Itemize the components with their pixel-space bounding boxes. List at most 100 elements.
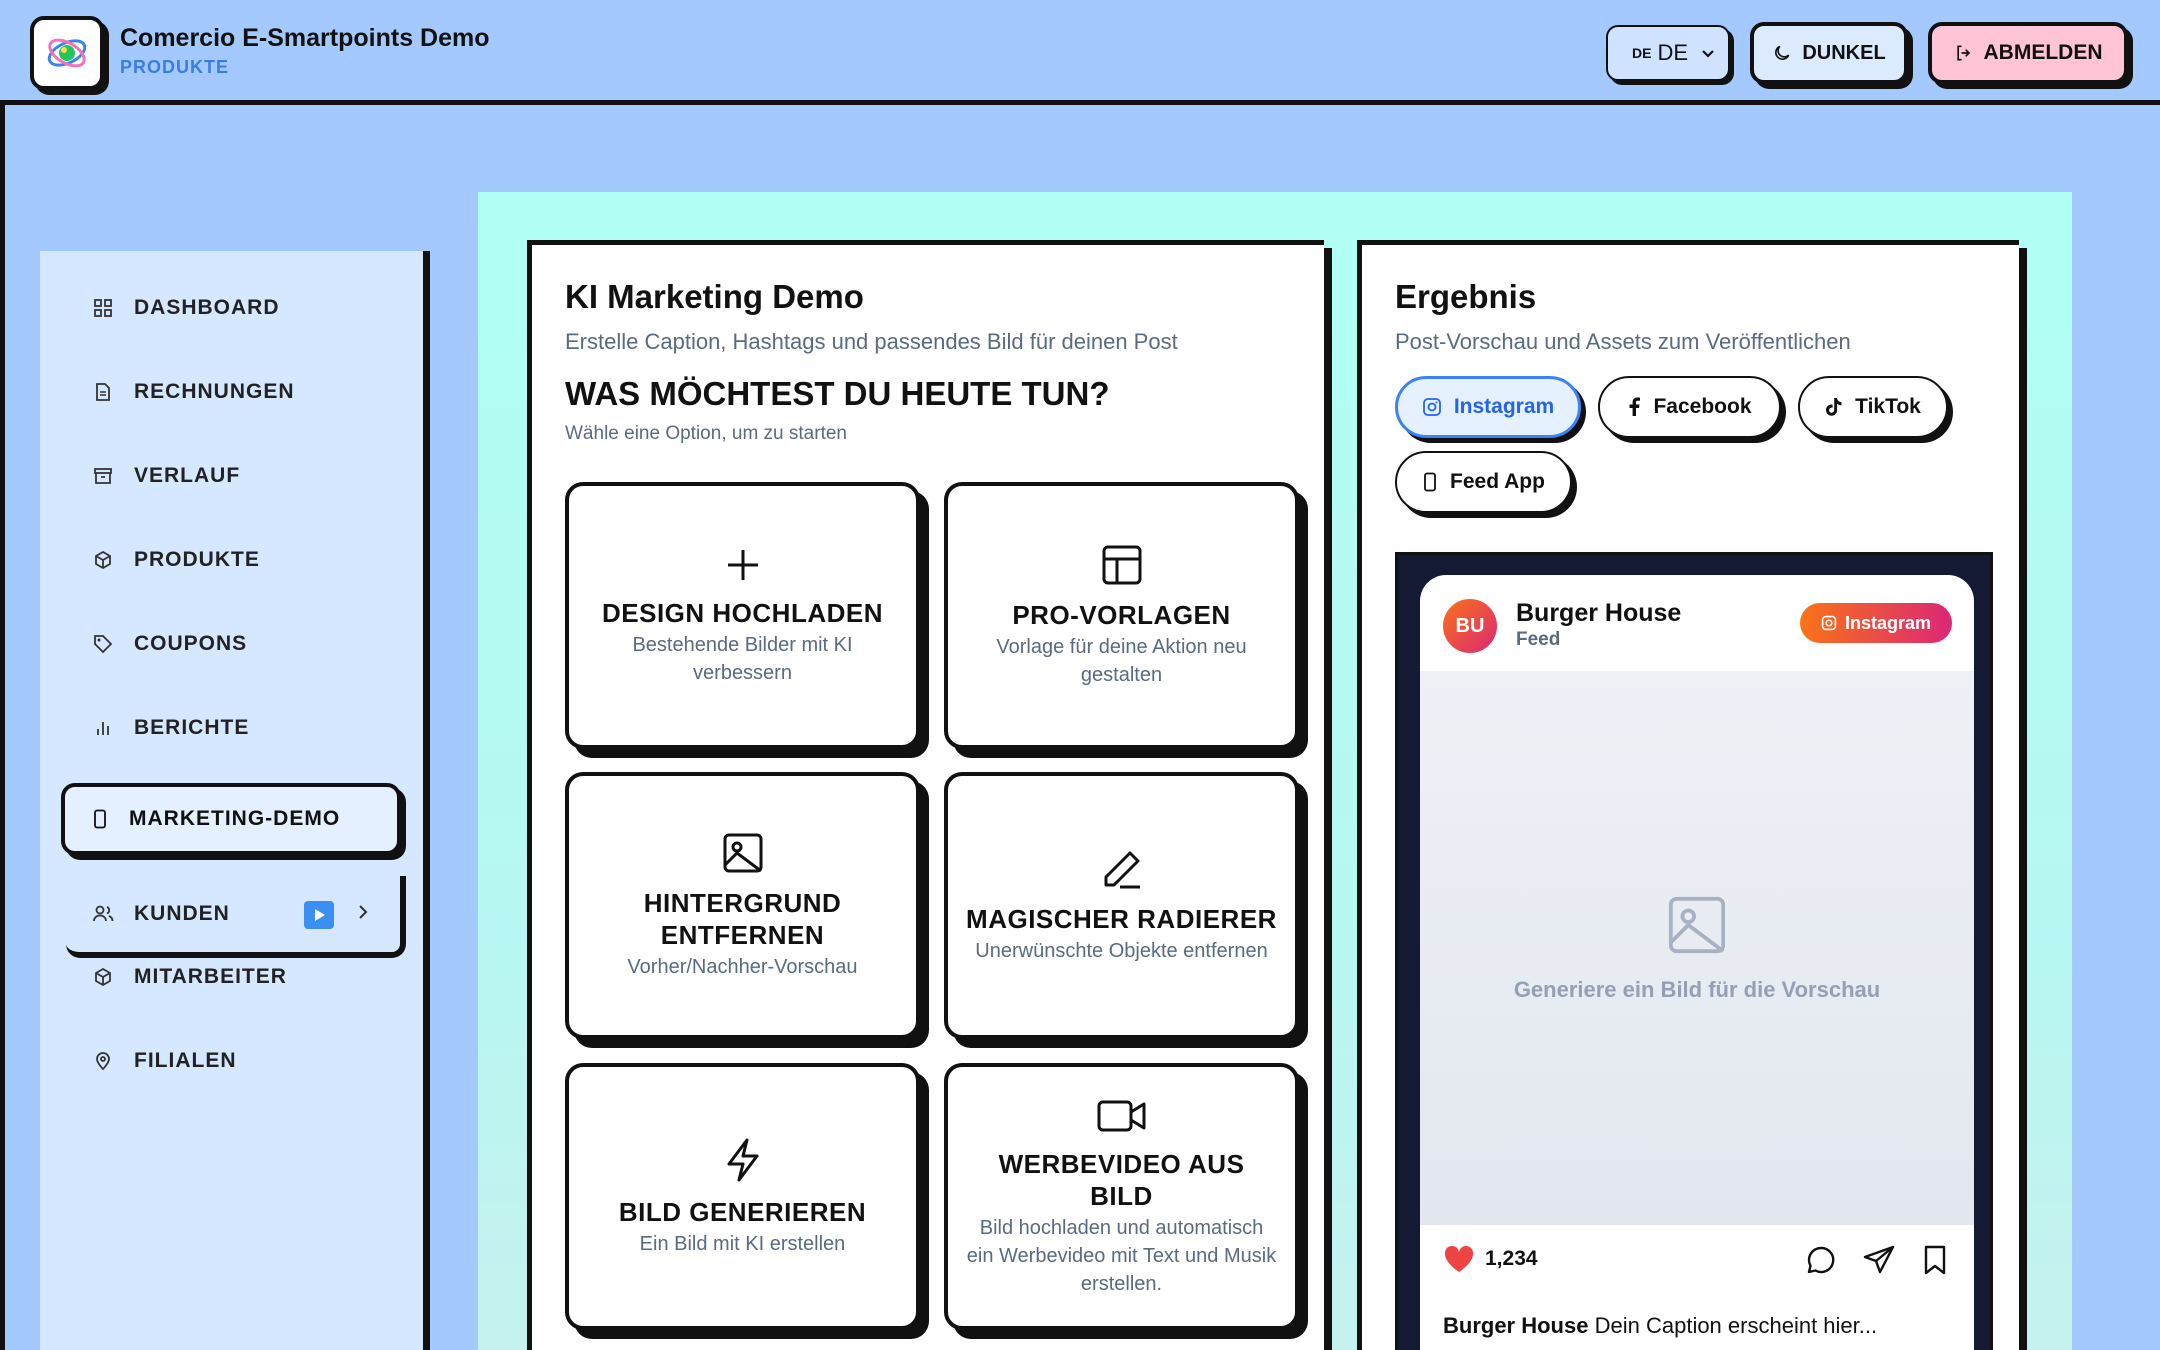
phone-icon: [91, 809, 109, 829]
tab-feed-app[interactable]: Feed App: [1395, 451, 1572, 513]
users-icon: [92, 904, 114, 924]
card-title: KI Marketing Demo: [565, 278, 864, 315]
sidebar-item-filialen[interactable]: FILIALEN: [92, 1031, 422, 1091]
tag-icon: [92, 633, 114, 655]
post-preview: BU Burger House Feed Instagram Generiere…: [1420, 575, 1974, 1350]
platform-badge: Instagram: [1800, 603, 1952, 643]
image-icon: [1665, 893, 1729, 957]
sidebar-item-marketing-demo[interactable]: MARKETING-DEMO: [61, 783, 401, 855]
frame-edge: [0, 105, 5, 1350]
sidebar-item-label: DASHBOARD: [134, 296, 280, 319]
sidebar-item-label: MITARBEITER: [134, 965, 287, 988]
current-section-label: PRODUKTE: [120, 57, 230, 77]
placeholder-text: Generiere ein Bild für die Vorschau: [1513, 977, 1881, 1002]
marketing-demo-card: KI Marketing Demo Erstelle Caption, Hash…: [527, 240, 1324, 1350]
bar-chart-icon: [92, 717, 114, 739]
phone-icon: [1422, 472, 1438, 492]
dark-mode-label: DUNKEL: [1802, 41, 1886, 64]
tile-title: PRO-VORLAGEN: [1012, 599, 1231, 630]
sidebar-item-coupons[interactable]: COUPONS: [92, 614, 422, 674]
box-icon: [92, 966, 114, 988]
top-header: Comercio E-Smartpoints Demo PRODUKTE DE …: [0, 0, 2160, 105]
grid-icon: [92, 297, 114, 319]
tile-title: MAGISCHER RADIERER: [966, 903, 1277, 934]
sidebar-item-label: MARKETING-DEMO: [129, 807, 341, 830]
tile-remove-background[interactable]: HINTERGRUND ENTFERNEN Vorher/Nachher-Vor…: [565, 772, 920, 1039]
card-subtitle: Post-Vorschau und Assets zum Veröffentli…: [1395, 329, 1851, 354]
logout-button[interactable]: ABMELDEN: [1928, 22, 2128, 84]
sidebar-item-kunden[interactable]: KUNDEN: [66, 876, 406, 958]
archive-icon: [92, 465, 114, 487]
tab-facebook[interactable]: Facebook: [1598, 376, 1781, 438]
app-title: Comercio E-Smartpoints Demo: [120, 24, 490, 52]
account-subtitle: Feed: [1516, 629, 1561, 650]
card-subtitle: Erstelle Caption, Hashtags und passendes…: [565, 329, 1178, 354]
sidebar-item-label: RECHNUNGEN: [134, 380, 295, 403]
sidebar-item-rechnungen[interactable]: RECHNUNGEN: [92, 362, 422, 422]
play-icon[interactable]: [304, 901, 334, 929]
tile-title: HINTERGRUND ENTFERNEN: [643, 887, 842, 950]
tab-label: TikTok: [1855, 395, 1921, 418]
tile-design-upload[interactable]: DESIGN HOCHLADEN Bestehende Bilder mit K…: [565, 482, 920, 749]
bookmark-icon[interactable]: [1923, 1245, 1947, 1275]
instagram-icon: [1821, 615, 1837, 631]
video-icon: [1096, 1096, 1148, 1136]
tile-title: DESIGN HOCHLADEN: [601, 597, 883, 628]
sidebar-item-label: BERICHTE: [134, 716, 250, 739]
map-pin-icon: [92, 1050, 114, 1072]
dark-mode-button[interactable]: DUNKEL: [1750, 22, 1908, 84]
avatar: BU: [1443, 599, 1497, 653]
post-actions: 1,234: [1420, 1235, 1974, 1285]
tile-description: Unerwünschte Objekte entfernen: [975, 939, 1268, 962]
sidebar-item-label: KUNDEN: [134, 902, 230, 925]
result-card: Ergebnis Post-Vorschau und Assets zum Ve…: [1357, 240, 2019, 1350]
account-name: Burger House: [1516, 599, 1682, 627]
pen-icon: [1100, 847, 1144, 891]
tiktok-icon: [1825, 397, 1843, 417]
sidebar-item-produkte[interactable]: PRODUKTE: [92, 530, 422, 590]
tile-pro-templates[interactable]: PRO-VORLAGEN Vorlage für deine Aktion ne…: [944, 482, 1299, 749]
chevron-down-icon: [1700, 45, 1716, 61]
comment-icon[interactable]: [1806, 1245, 1836, 1275]
likes-value: 1,234: [1485, 1247, 1538, 1270]
logout-label: ABMELDEN: [1983, 41, 2103, 64]
caption-text: Dein Caption erscheint hier...: [1594, 1313, 1878, 1338]
sidebar-item-dashboard[interactable]: DASHBOARD: [92, 278, 422, 338]
tab-label: Facebook: [1653, 395, 1752, 418]
tile-description: Ein Bild mit KI erstellen: [639, 1232, 846, 1255]
sidebar-item-label: PRODUKTE: [134, 548, 260, 571]
tile-generate-image[interactable]: BILD GENERIEREN Ein Bild mit KI erstelle…: [565, 1063, 920, 1330]
image-placeholder: Generiere ein Bild für die Vorschau: [1420, 671, 1974, 1225]
platform-badge-label: Instagram: [1844, 612, 1932, 633]
tile-magic-eraser[interactable]: MAGISCHER RADIERER Unerwünschte Objekte …: [944, 772, 1299, 1039]
tile-promo-video[interactable]: WERBEVIDEO AUS BILD Bild hochladen und a…: [944, 1063, 1299, 1330]
post-preview-frame: BU Burger House Feed Instagram Generiere…: [1395, 552, 1993, 1350]
heart-icon[interactable]: [1443, 1245, 1475, 1273]
tab-label: Feed App: [1450, 470, 1545, 493]
logout-icon: [1954, 43, 1974, 63]
sidebar-item-verlauf[interactable]: VERLAUF: [92, 446, 422, 506]
tile-title: WERBEVIDEO AUS BILD: [998, 1148, 1245, 1211]
language-value: DE: [1657, 40, 1689, 65]
tile-title: BILD GENERIEREN: [618, 1196, 867, 1227]
tile-description: Bild hochladen und automatisch ein Werbe…: [966, 1216, 1277, 1295]
tab-instagram[interactable]: Instagram: [1395, 376, 1581, 438]
tab-tiktok[interactable]: TikTok: [1798, 376, 1948, 438]
instagram-icon: [1422, 397, 1442, 417]
post-caption: Burger House Dein Caption erscheint hier…: [1443, 1313, 1877, 1339]
chevron-right-icon[interactable]: [356, 904, 370, 920]
sidebar-item-berichte[interactable]: BERICHTE: [92, 698, 422, 758]
app-logo[interactable]: [30, 16, 104, 90]
lightning-icon: [721, 1136, 765, 1184]
box-icon: [92, 549, 114, 571]
section-hint: Wähle eine Option, um zu starten: [565, 423, 847, 444]
caption-account: Burger House: [1443, 1313, 1589, 1338]
send-icon[interactable]: [1863, 1245, 1895, 1275]
moon-icon: [1772, 43, 1792, 63]
facebook-icon: [1627, 397, 1641, 417]
layout-icon: [1100, 543, 1144, 587]
language-select[interactable]: DE DE: [1606, 25, 1730, 81]
tile-description: Vorher/Nachher-Vorschau: [627, 955, 858, 978]
sidebar-item-label: COUPONS: [134, 632, 248, 655]
tile-description: Bestehende Bilder mit KI verbessern: [632, 633, 853, 684]
